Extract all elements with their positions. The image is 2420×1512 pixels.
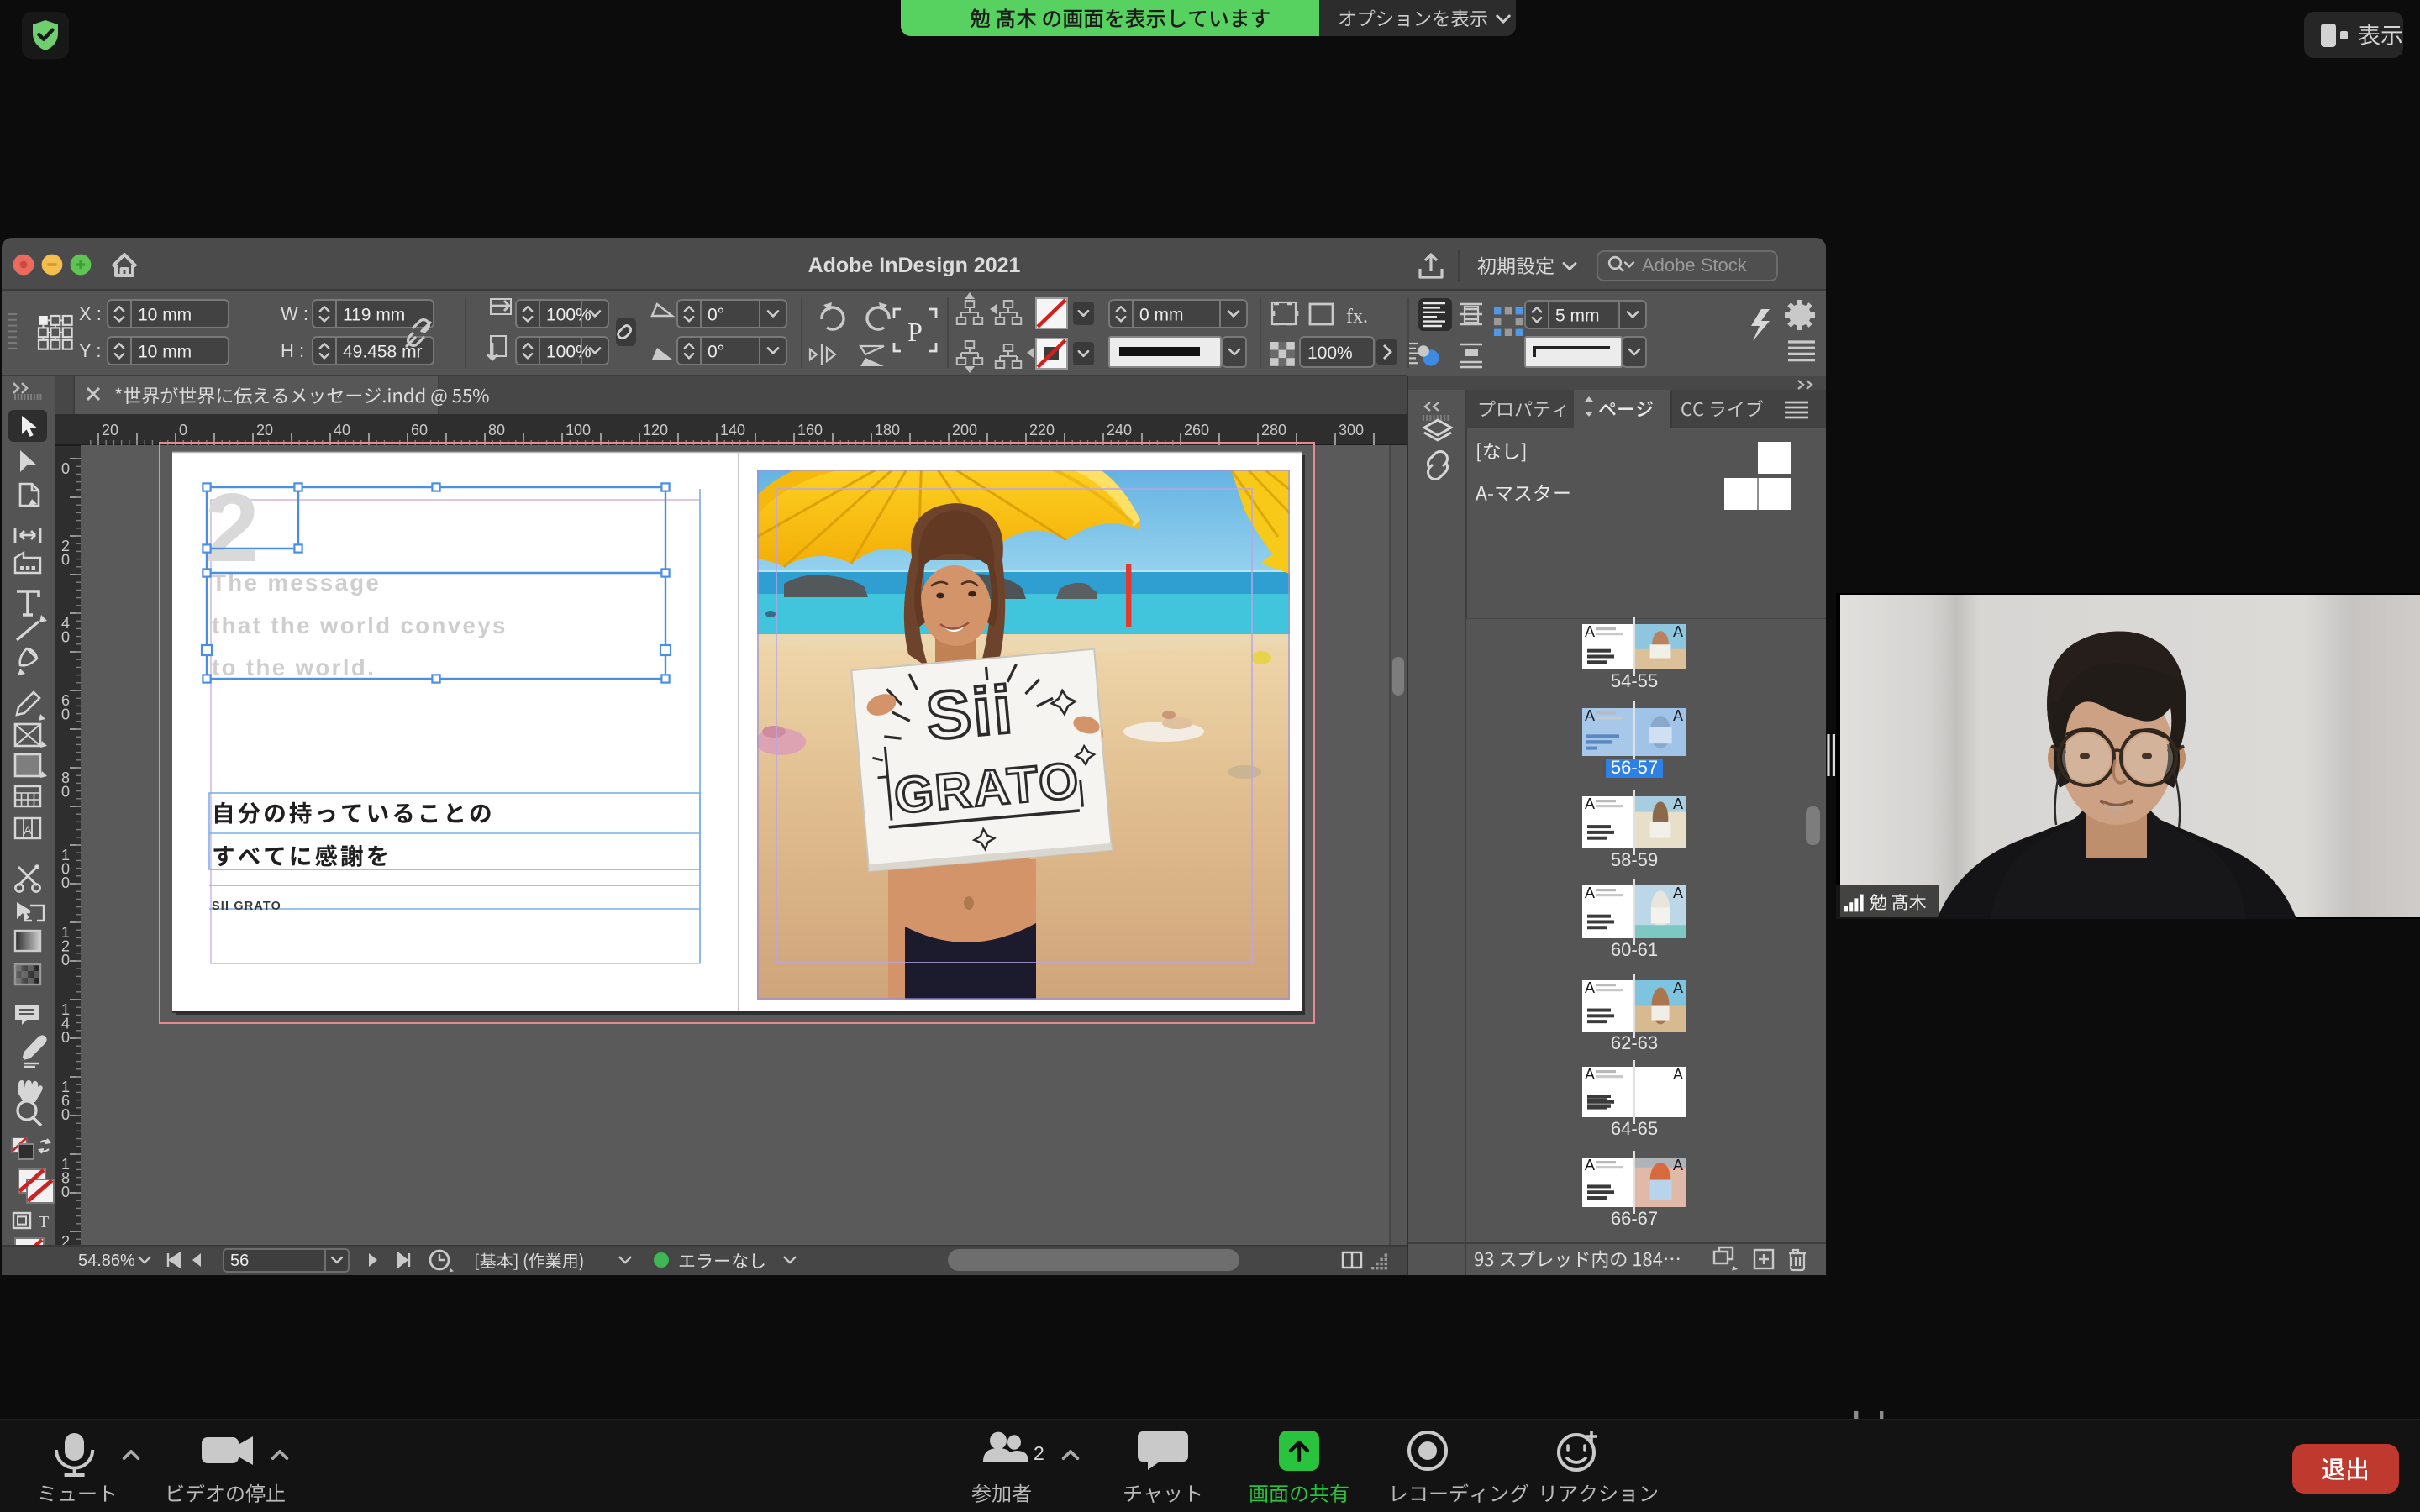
svg-text:20: 20: [256, 422, 273, 438]
svg-text:0: 0: [61, 874, 70, 891]
svg-text:0: 0: [61, 460, 70, 477]
svg-text:0: 0: [61, 629, 70, 646]
svg-text:A: A: [1585, 885, 1595, 901]
svg-text:10 mm: 10 mm: [138, 342, 192, 361]
svg-text:A: A: [1673, 707, 1683, 724]
svg-text:80: 80: [488, 422, 505, 438]
svg-text:T: T: [39, 1213, 49, 1231]
svg-text:to the world.: to the world.: [212, 654, 376, 680]
svg-text:Adobe Stock: Adobe Stock: [1642, 255, 1748, 276]
svg-text:58-59: 58-59: [1611, 849, 1658, 870]
svg-text:260: 260: [1184, 422, 1209, 438]
svg-text:56-57: 56-57: [1611, 757, 1658, 778]
svg-text:A: A: [1585, 623, 1595, 640]
svg-text:119 mm: 119 mm: [343, 305, 405, 324]
svg-text:280: 280: [1261, 422, 1286, 438]
svg-text:60: 60: [411, 422, 428, 438]
svg-text:0°: 0°: [708, 305, 724, 324]
svg-text:240: 240: [1107, 422, 1132, 438]
svg-text:A: A: [1673, 795, 1683, 812]
svg-text:Sii: Sii: [923, 672, 1017, 754]
svg-text:A: A: [1673, 1066, 1683, 1083]
svg-text:10 mm: 10 mm: [138, 305, 192, 324]
svg-text:A: A: [1585, 707, 1595, 724]
svg-text:A: A: [1673, 885, 1683, 901]
svg-text:A: A: [1585, 795, 1595, 812]
svg-text:A: A: [24, 823, 32, 837]
svg-text:62-63: 62-63: [1611, 1032, 1658, 1053]
svg-text:0: 0: [61, 1029, 70, 1046]
svg-text:0: 0: [61, 1106, 70, 1123]
svg-text:300: 300: [1339, 422, 1364, 438]
svg-text:0: 0: [61, 952, 70, 969]
svg-text:A: A: [1585, 1066, 1595, 1083]
svg-text:180: 180: [875, 422, 900, 438]
svg-text:Y :: Y :: [79, 340, 102, 361]
svg-text:Adobe InDesign 2021: Adobe InDesign 2021: [808, 254, 1021, 277]
svg-text:0: 0: [179, 422, 187, 438]
svg-text:A: A: [1585, 1157, 1595, 1173]
svg-text:W :: W :: [281, 303, 308, 324]
svg-text:0°: 0°: [708, 342, 724, 361]
svg-text:200: 200: [952, 422, 977, 438]
svg-text:140: 140: [720, 422, 745, 438]
svg-text:A: A: [1673, 1157, 1683, 1173]
svg-text:100%: 100%: [546, 305, 592, 324]
svg-text:H :: H :: [281, 340, 304, 361]
svg-text:100: 100: [566, 422, 591, 438]
svg-text:fx.: fx.: [1346, 306, 1368, 328]
svg-text:A: A: [1673, 979, 1683, 996]
svg-text:A: A: [1585, 979, 1595, 996]
svg-text:A: A: [1673, 623, 1683, 640]
svg-text:0: 0: [61, 1184, 70, 1200]
svg-text:0: 0: [61, 552, 70, 569]
svg-text:66-67: 66-67: [1611, 1208, 1658, 1229]
svg-text:120: 120: [643, 422, 668, 438]
svg-text:that the world conveys: that the world conveys: [212, 612, 508, 638]
svg-text:0 mm: 0 mm: [1139, 305, 1184, 324]
svg-text:54-55: 54-55: [1611, 670, 1658, 691]
svg-text:2: 2: [1034, 1442, 1044, 1464]
svg-text:56: 56: [230, 1252, 249, 1270]
svg-text:0: 0: [61, 784, 70, 801]
svg-text:20: 20: [102, 422, 118, 438]
svg-text:64-65: 64-65: [1611, 1118, 1658, 1139]
svg-text:60-61: 60-61: [1611, 939, 1658, 960]
svg-text:54.86%: 54.86%: [78, 1252, 135, 1270]
svg-text:40: 40: [334, 422, 350, 438]
svg-text:160: 160: [797, 422, 823, 438]
svg-text:5 mm: 5 mm: [1555, 306, 1600, 325]
svg-text:X :: X :: [79, 303, 102, 324]
svg-text:220: 220: [1029, 422, 1055, 438]
svg-text:2: 2: [205, 473, 260, 582]
svg-text:100%: 100%: [1307, 344, 1353, 363]
svg-text:SII GRATO: SII GRATO: [212, 900, 281, 913]
svg-text:100%: 100%: [546, 342, 592, 361]
svg-text:P: P: [908, 317, 923, 347]
svg-text:0: 0: [61, 706, 70, 723]
